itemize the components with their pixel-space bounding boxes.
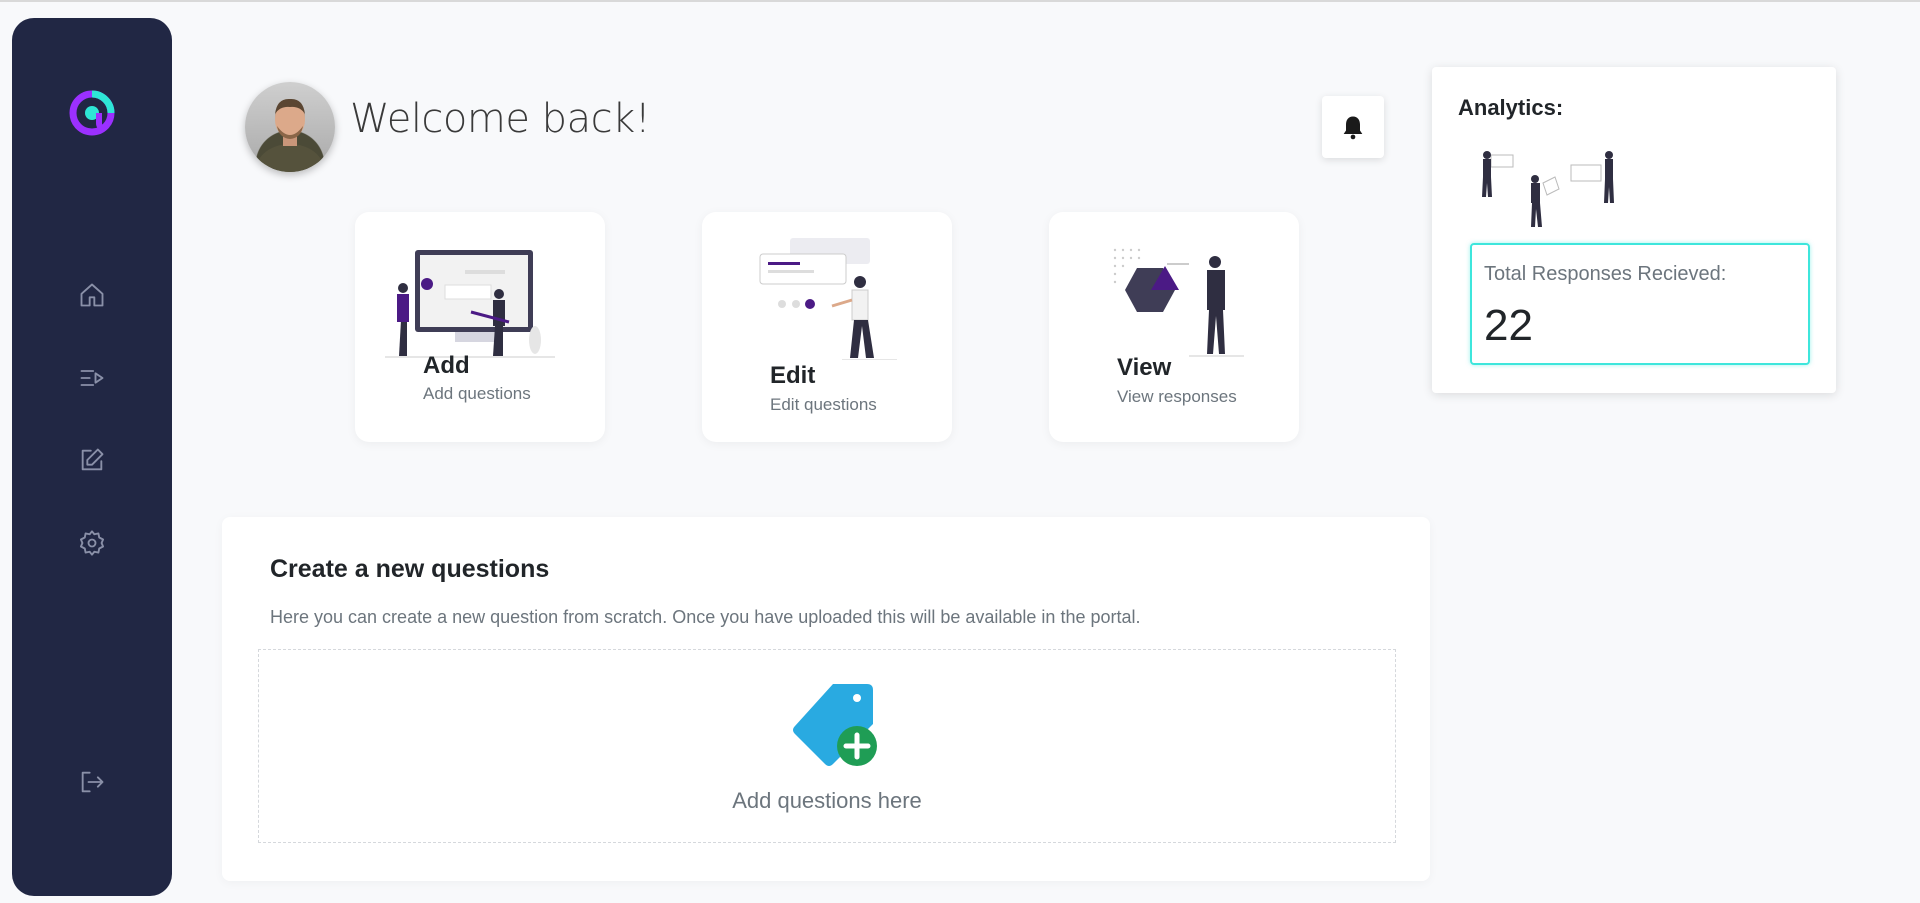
add-illustration (385, 250, 555, 358)
edit-card-subtitle: Edit questions (770, 395, 877, 414)
playlist-icon[interactable] (78, 364, 106, 392)
bell-icon (1343, 116, 1363, 140)
create-description: Here you can create a new question from … (270, 607, 1141, 627)
analytics-title: Analytics: (1458, 95, 1564, 120)
create-question-panel: Create a new questions Here you can crea… (222, 517, 1430, 881)
analytics-illustration (1482, 151, 1614, 227)
total-responses-box: Total Responses Recieved: 22 (1470, 243, 1810, 365)
home-icon[interactable] (78, 281, 106, 309)
view-illustration (1113, 248, 1244, 357)
notifications-button[interactable] (1322, 96, 1384, 158)
view-card-subtitle: View responses (1117, 387, 1237, 406)
app-logo[interactable] (67, 88, 117, 138)
logout-icon[interactable] (78, 768, 106, 796)
create-title: Create a new questions (270, 555, 550, 583)
total-responses-label: Total Responses Recieved: (1484, 263, 1727, 285)
edit-card[interactable]: Edit Edit questions (702, 212, 952, 442)
view-card[interactable]: View View responses (1049, 212, 1299, 442)
edit-illustration (759, 238, 897, 360)
add-card[interactable]: Add Add questions (355, 212, 605, 442)
edit-icon[interactable] (78, 446, 106, 474)
welcome-heading: Welcome back! (350, 96, 651, 142)
tag-add-icon (793, 684, 877, 766)
total-responses-count: 22 (1484, 301, 1533, 350)
dropzone-label: Add questions here (732, 788, 922, 813)
add-card-subtitle: Add questions (423, 384, 531, 403)
settings-icon[interactable] (78, 529, 106, 557)
sidebar (12, 18, 172, 896)
analytics-panel: Analytics: Total Responses Recieved: 22 (1432, 67, 1836, 393)
add-card-title: Add (423, 352, 470, 379)
add-questions-dropzone[interactable]: Add questions here (258, 649, 1396, 843)
view-card-title: View (1117, 354, 1172, 381)
avatar[interactable] (245, 82, 335, 172)
edit-card-title: Edit (770, 362, 816, 389)
